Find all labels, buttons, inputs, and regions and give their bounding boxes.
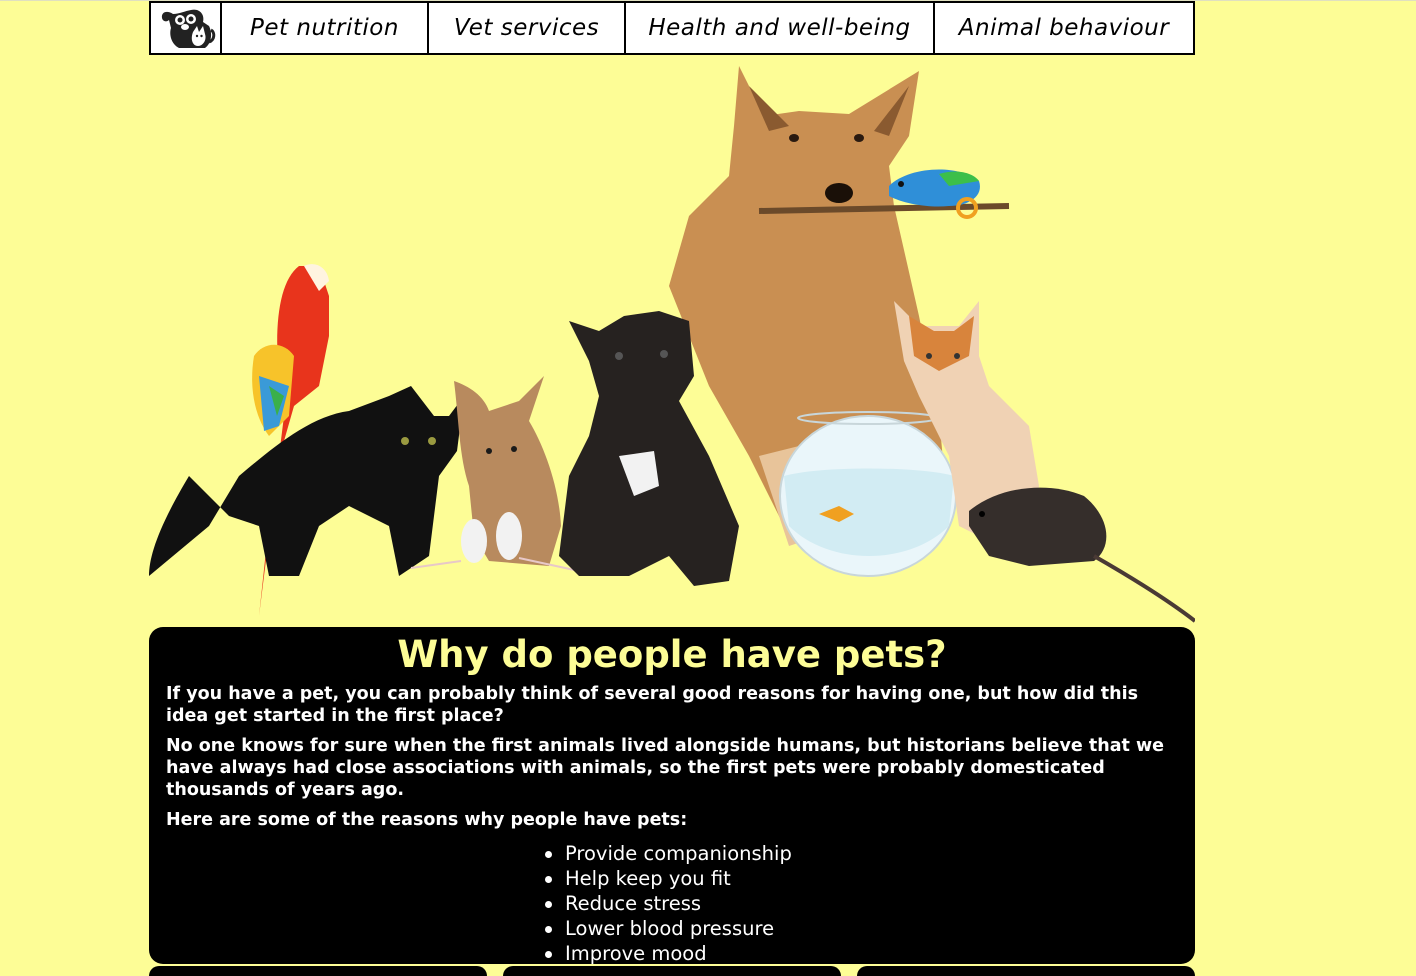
article-paragraph-1: If you have a pet, you can probably thin… (166, 684, 1139, 726)
list-item: Reduce stress (545, 891, 945, 916)
next-card-1 (149, 966, 487, 976)
site-logo[interactable] (149, 1, 222, 55)
pets-hero-image (149, 56, 1197, 626)
reasons-list: Provide companionship Help keep you fit … (545, 841, 945, 966)
black-cat-illustration (149, 386, 464, 576)
next-cards-row (149, 966, 1195, 976)
nav-vet-services[interactable]: Vet services (429, 1, 626, 55)
article-paragraph-2: No one knows for sure when the first ani… (166, 736, 1165, 800)
rat-illustration (969, 487, 1197, 623)
article-heading: Why do people have pets? (397, 633, 947, 676)
nav-pet-nutrition[interactable]: Pet nutrition (222, 1, 429, 55)
list-item: Help keep you fit (545, 866, 945, 891)
list-item: Lower blood pressure (545, 916, 945, 941)
pets-group-illustration (149, 66, 1197, 623)
article-paragraph-3: Here are some of the reasons why people … (166, 810, 688, 830)
list-item: Provide companionship (545, 841, 945, 866)
next-card-2 (503, 966, 841, 976)
nav-health-well-being[interactable]: Health and well-being (626, 1, 935, 55)
list-item: Improve mood (545, 941, 945, 966)
main-navigation: Pet nutrition Vet services Health and we… (149, 1, 1195, 55)
nav-animal-behaviour[interactable]: Animal behaviour (935, 1, 1195, 55)
why-pets-card: Why do people have pets? If you have a p… (149, 627, 1195, 966)
next-card-3 (857, 966, 1195, 976)
dog-and-cat-logo-icon (161, 9, 215, 48)
